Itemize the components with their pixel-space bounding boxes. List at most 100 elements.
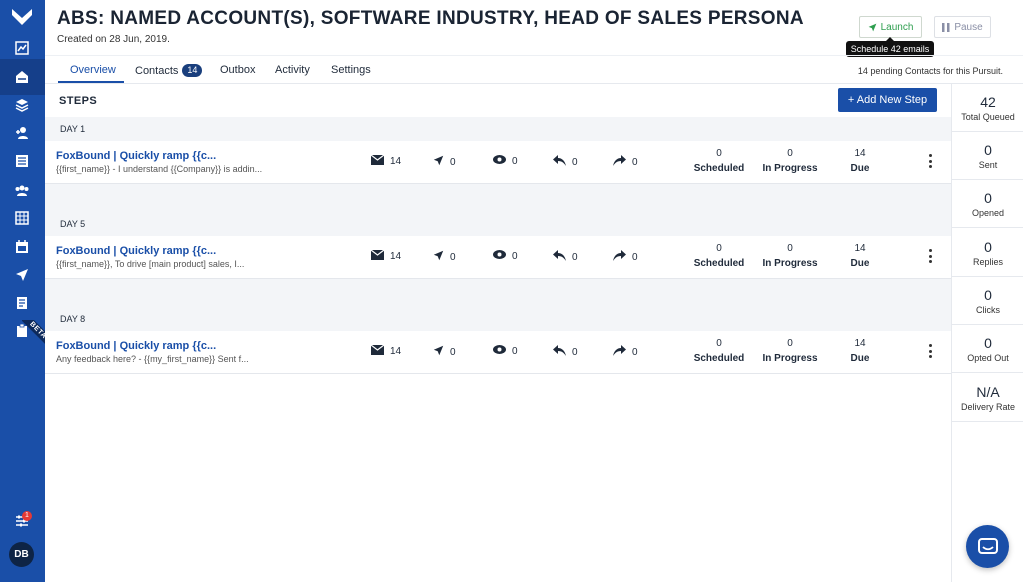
layers-icon[interactable] bbox=[12, 95, 32, 115]
logo-icon[interactable] bbox=[10, 6, 34, 28]
launch-label: Launch bbox=[880, 21, 914, 33]
created-date: Created on 28 Jun, 2019. bbox=[57, 34, 170, 45]
add-contact-icon[interactable] bbox=[12, 123, 32, 143]
metric-sent: 0 bbox=[433, 155, 456, 169]
pause-button[interactable]: Pause bbox=[934, 16, 991, 38]
reply-icon bbox=[553, 250, 566, 264]
analytics-icon[interactable] bbox=[12, 38, 32, 58]
stat-value: 14 bbox=[854, 338, 866, 349]
stat-total-queued: 42 Total Queued bbox=[952, 84, 1023, 132]
tab-bar: Overview Contacts 14 Outbox Activity Set… bbox=[45, 55, 1023, 84]
send-icon[interactable] bbox=[12, 265, 32, 285]
step-row[interactable]: FoxBound | Quickly ramp {{c... {{first_na… bbox=[45, 236, 951, 279]
send-icon bbox=[433, 250, 444, 264]
step-preview: Any feedback here? - {{my_first_name}} S… bbox=[56, 354, 249, 364]
active-tab-indicator bbox=[58, 81, 124, 83]
pause-label: Pause bbox=[954, 21, 983, 33]
tab-outbox[interactable]: Outbox bbox=[220, 64, 255, 76]
tab-label: Activity bbox=[275, 64, 310, 76]
metric-forwards: 0 bbox=[613, 250, 638, 264]
page-title: ABS: NAMED ACCOUNT(S), SOFTWARE INDUSTRY… bbox=[57, 8, 804, 29]
metric-emails: 14 bbox=[370, 344, 402, 358]
step-row[interactable]: FoxBound | Quickly ramp {{c... {{first_na… bbox=[45, 141, 951, 184]
metric-value: 14 bbox=[390, 156, 402, 167]
day-label: DAY 1 bbox=[60, 124, 86, 134]
tab-settings[interactable]: Settings bbox=[331, 64, 371, 76]
metric-opened: 0 bbox=[493, 250, 518, 262]
step-row[interactable]: FoxBound | Quickly ramp {{c... Any feedba… bbox=[45, 331, 951, 374]
notification-badge: 1 bbox=[22, 511, 32, 521]
metric-value: 0 bbox=[512, 250, 518, 262]
list-icon[interactable] bbox=[12, 151, 32, 171]
metric-value: 14 bbox=[390, 251, 402, 262]
stat-label: Due bbox=[850, 258, 870, 269]
step-preview: {{first_name}} - I understand {{Company}… bbox=[56, 164, 263, 174]
avatar[interactable]: DB bbox=[9, 542, 34, 567]
day-band bbox=[45, 184, 951, 236]
inbox-icon[interactable] bbox=[0, 59, 45, 95]
metric-value: 0 bbox=[632, 346, 638, 358]
metric-emails: 14 bbox=[370, 154, 402, 168]
tab-activity[interactable]: Activity bbox=[275, 64, 310, 76]
stat-replies: 0 Replies bbox=[952, 229, 1023, 277]
tab-contacts[interactable]: Contacts 14 bbox=[135, 64, 203, 77]
calendar-grid-icon[interactable] bbox=[12, 208, 32, 228]
pending-contacts-text: 14 pending Contacts for this Pursuit. bbox=[857, 66, 1003, 76]
document-icon[interactable] bbox=[12, 293, 32, 313]
tab-overview[interactable]: Overview bbox=[70, 64, 116, 76]
eye-icon bbox=[493, 250, 506, 262]
metric-replies: 0 bbox=[553, 250, 578, 264]
tab-label: Contacts bbox=[135, 64, 179, 77]
forward-icon bbox=[613, 345, 626, 359]
more-options-icon[interactable] bbox=[927, 344, 933, 358]
steps-heading: STEPS bbox=[59, 95, 98, 107]
metric-opened: 0 bbox=[493, 155, 518, 167]
contacts-count-badge: 14 bbox=[182, 64, 203, 77]
stat-label: Opened bbox=[971, 208, 1005, 218]
calendar-icon[interactable] bbox=[12, 237, 32, 257]
team-icon[interactable] bbox=[12, 180, 32, 200]
stat-due: 14 Due bbox=[830, 243, 890, 269]
day-band bbox=[45, 279, 951, 331]
forward-icon bbox=[613, 155, 626, 169]
envelope-icon bbox=[370, 154, 385, 168]
day-label: DAY 8 bbox=[60, 314, 86, 324]
chat-launcher-button[interactable] bbox=[966, 525, 1009, 568]
step-title-link[interactable]: FoxBound | Quickly ramp {{c... bbox=[56, 150, 216, 162]
stat-value: 0 bbox=[716, 243, 722, 254]
stat-value: 0 bbox=[716, 148, 722, 159]
stat-value: 0 bbox=[787, 338, 793, 349]
sidebar: BETA 1 DB bbox=[0, 0, 46, 582]
stat-value: 0 bbox=[984, 239, 992, 255]
metric-forwards: 0 bbox=[613, 345, 638, 359]
add-new-step-button[interactable]: + Add New Step bbox=[838, 88, 937, 112]
stat-scheduled: 0 Scheduled bbox=[689, 148, 749, 174]
envelope-icon bbox=[370, 344, 385, 358]
stat-label: In Progress bbox=[762, 353, 818, 364]
tab-label: Outbox bbox=[220, 64, 256, 76]
stat-sent: 0 Sent bbox=[952, 132, 1023, 180]
metric-value: 0 bbox=[572, 156, 578, 168]
stat-due: 14 Due bbox=[830, 148, 890, 174]
stat-scheduled: 0 Scheduled bbox=[689, 338, 749, 364]
more-options-icon[interactable] bbox=[927, 249, 933, 263]
stat-label: Replies bbox=[972, 257, 1003, 267]
metric-opened: 0 bbox=[493, 345, 518, 357]
reply-icon bbox=[553, 155, 566, 169]
metric-value: 0 bbox=[512, 155, 518, 167]
stat-value: 0 bbox=[984, 287, 992, 303]
metric-value: 14 bbox=[390, 346, 402, 357]
launch-button[interactable]: Launch bbox=[859, 16, 922, 38]
eye-icon bbox=[493, 345, 506, 357]
metric-value: 0 bbox=[450, 346, 456, 358]
metric-value: 0 bbox=[572, 251, 578, 263]
eye-icon bbox=[493, 155, 506, 167]
stat-label: Total Queued bbox=[961, 112, 1015, 122]
more-options-icon[interactable] bbox=[927, 154, 933, 168]
metric-sent: 0 bbox=[433, 345, 456, 359]
stat-value: 42 bbox=[980, 94, 996, 110]
step-title-link[interactable]: FoxBound | Quickly ramp {{c... bbox=[56, 245, 216, 257]
pause-icon bbox=[942, 22, 950, 32]
metric-emails: 14 bbox=[370, 249, 402, 263]
step-title-link[interactable]: FoxBound | Quickly ramp {{c... bbox=[56, 340, 216, 352]
